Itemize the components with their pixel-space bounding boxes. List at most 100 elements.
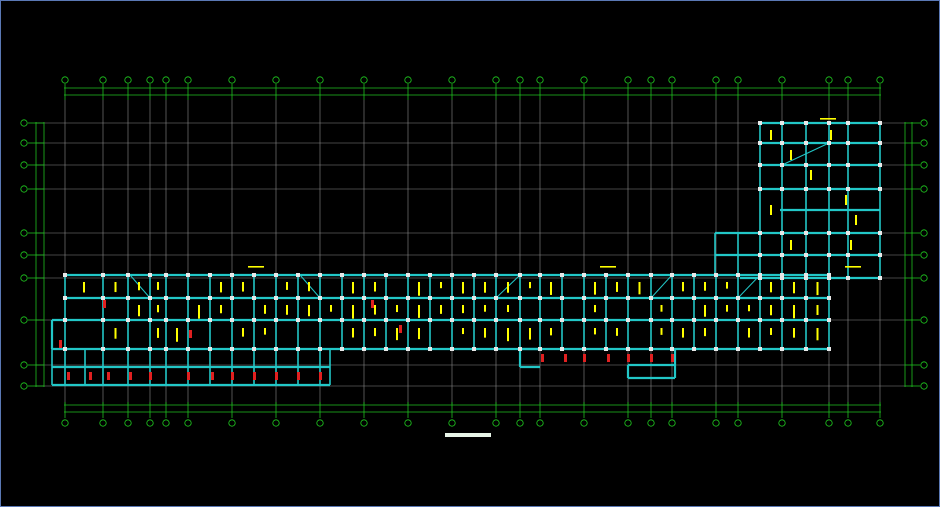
column — [780, 231, 784, 235]
beam-label — [286, 282, 288, 290]
beam-label — [484, 305, 486, 312]
column — [804, 296, 808, 300]
beam-label — [816, 282, 819, 296]
axis-bubble-bottom — [124, 419, 132, 427]
column — [758, 231, 762, 235]
rebar-mark — [211, 372, 214, 380]
column — [362, 318, 366, 322]
beam-label — [726, 305, 728, 312]
column — [148, 296, 152, 300]
column — [827, 141, 831, 145]
beam-label — [83, 282, 85, 293]
beam-label — [286, 305, 288, 315]
rebar-mark — [541, 354, 544, 362]
column — [274, 273, 278, 277]
axis-bubble-right — [920, 185, 928, 193]
beam-label — [616, 282, 618, 292]
column — [63, 296, 67, 300]
column — [296, 318, 300, 322]
axis-bubble-top — [668, 76, 676, 84]
axis-bubble-bottom — [448, 419, 456, 427]
column — [827, 347, 831, 351]
axis-bubble-bottom — [844, 419, 852, 427]
column — [560, 273, 564, 277]
rebar-mark — [399, 325, 402, 333]
axis-bubble-bottom — [536, 419, 544, 427]
column — [101, 318, 105, 322]
column — [736, 273, 740, 277]
axis-bubble-bottom — [516, 419, 524, 427]
column — [827, 187, 831, 191]
column — [649, 296, 653, 300]
column — [518, 318, 522, 322]
rebar-mark — [103, 300, 106, 308]
rebar-mark — [67, 372, 70, 380]
axis-bubble-top — [492, 76, 500, 84]
column — [406, 318, 410, 322]
column — [649, 318, 653, 322]
axis-bubble-top — [146, 76, 154, 84]
column — [362, 347, 366, 351]
beam-label — [374, 305, 376, 315]
beam-label — [850, 240, 852, 250]
beam-label — [770, 328, 772, 335]
column — [758, 296, 762, 300]
beam-label — [176, 328, 178, 342]
column — [846, 121, 850, 125]
column — [340, 318, 344, 322]
beam-label — [793, 282, 795, 294]
axis-bubble-bottom — [825, 419, 833, 427]
axis-bubble-left — [20, 119, 28, 127]
column — [670, 273, 674, 277]
column — [148, 318, 152, 322]
beam-label — [418, 305, 420, 318]
axis-bubble-bottom — [668, 419, 676, 427]
axis-bubble-top — [61, 76, 69, 84]
axis-bubble-top — [316, 76, 324, 84]
beam-label — [790, 150, 792, 160]
beam-label — [114, 328, 117, 339]
column — [126, 273, 130, 277]
beam-label — [726, 282, 728, 289]
axis-bubble-top — [228, 76, 236, 84]
axis-bubbles — [20, 76, 928, 427]
column — [714, 273, 718, 277]
axis-bubble-right — [920, 361, 928, 369]
column — [827, 276, 831, 280]
axis-bubble-right — [920, 274, 928, 282]
beam-label — [484, 282, 486, 293]
axis-bubble-right — [920, 382, 928, 390]
rebar-mark — [59, 340, 62, 348]
column — [878, 231, 882, 235]
beam-label — [616, 328, 618, 336]
column — [164, 273, 168, 277]
column — [450, 318, 454, 322]
column — [230, 273, 234, 277]
axis-bubble-top — [272, 76, 280, 84]
axis-bubble-bottom — [99, 419, 107, 427]
column — [164, 296, 168, 300]
axis-bubble-right — [920, 316, 928, 324]
column — [274, 347, 278, 351]
column — [804, 121, 808, 125]
axis-bubble-bottom — [624, 419, 632, 427]
column — [428, 347, 432, 351]
column — [670, 318, 674, 322]
column — [604, 273, 608, 277]
column — [827, 296, 831, 300]
column — [428, 318, 432, 322]
axis-bubble-left — [20, 274, 28, 282]
column — [101, 296, 105, 300]
axis-bubble-top — [404, 76, 412, 84]
column — [274, 318, 278, 322]
beam-label — [748, 328, 750, 338]
column — [582, 318, 586, 322]
cad-drawing-canvas[interactable] — [0, 0, 940, 507]
beam-label — [352, 328, 354, 338]
column — [780, 296, 784, 300]
beam-label — [138, 305, 140, 317]
axis-bubble-bottom — [61, 419, 69, 427]
column — [296, 296, 300, 300]
column — [230, 296, 234, 300]
beam-label — [550, 282, 552, 295]
